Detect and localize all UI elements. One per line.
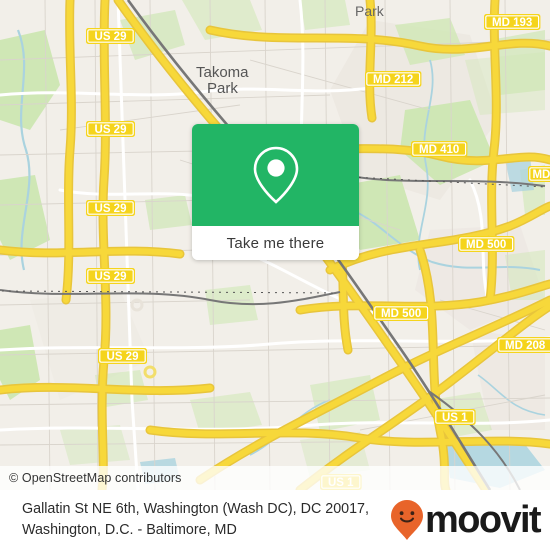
route-shield-label: MD 212 <box>373 74 413 86</box>
address-line-1: Gallatin St NE 6th, Washington (Wash DC)… <box>22 501 369 517</box>
route-shield-label: US 29 <box>95 124 127 136</box>
poi-card-header <box>192 124 359 226</box>
moovit-brand[interactable]: moovit <box>390 499 542 541</box>
poi-card-footer[interactable]: Take me there <box>192 226 359 260</box>
route-shield-label: MD 208 <box>505 340 546 352</box>
route-shield: US 29 <box>98 348 147 364</box>
route-shield: MD <box>528 166 550 182</box>
moovit-map-screenshot: .grn { fill:#cfe7b5; } .grn2 { fill:#d8e… <box>0 0 550 550</box>
route-shield-label: US 29 <box>95 271 127 283</box>
route-shield-label: MD 193 <box>492 17 532 29</box>
route-shield: US 29 <box>86 28 135 44</box>
route-shield-label: US 29 <box>95 203 127 215</box>
map-place-label: Park <box>355 3 385 19</box>
attribution-text: © OpenStreetMap contributors <box>9 471 182 485</box>
address-block: Gallatin St NE 6th, Washington (Wash DC)… <box>22 499 396 541</box>
route-shield-label: MD 410 <box>419 144 459 156</box>
poi-card[interactable]: Take me there <box>192 124 359 260</box>
route-shield: US 1 <box>434 409 476 425</box>
route-shield: US 29 <box>86 268 135 284</box>
route-shield: MD 193 <box>484 14 541 30</box>
map-attribution-bar: © OpenStreetMap contributors <box>0 466 550 490</box>
route-shield-label: MD <box>532 169 550 181</box>
route-shield: US 29 <box>86 200 135 216</box>
route-shield-label: US 29 <box>107 351 139 363</box>
bottom-info-bar: Gallatin St NE 6th, Washington (Wash DC)… <box>0 490 550 550</box>
route-shield: MD 212 <box>365 71 422 87</box>
moovit-wordmark: moovit <box>425 499 542 541</box>
moovit-smiley-pin-icon <box>391 500 424 540</box>
route-shield: MD 500 <box>373 305 430 321</box>
route-shield: MD 208 <box>497 337 550 353</box>
route-shield-label: US 29 <box>95 31 127 43</box>
route-shield-label: MD 500 <box>466 239 506 251</box>
take-me-there-label: Take me there <box>226 234 325 252</box>
route-shield-label: US 1 <box>442 412 468 424</box>
map-place-label: Takoma <box>196 64 249 81</box>
route-shield-label: MD 500 <box>381 308 421 320</box>
map-pin-icon <box>253 146 298 204</box>
address-line-2: Washington, D.C. - Baltimore, MD <box>22 522 237 538</box>
route-shield: MD 500 <box>458 236 515 252</box>
map-place-label: Park <box>207 80 238 97</box>
route-shield: MD 410 <box>411 141 468 157</box>
route-shield: US 29 <box>86 121 135 137</box>
